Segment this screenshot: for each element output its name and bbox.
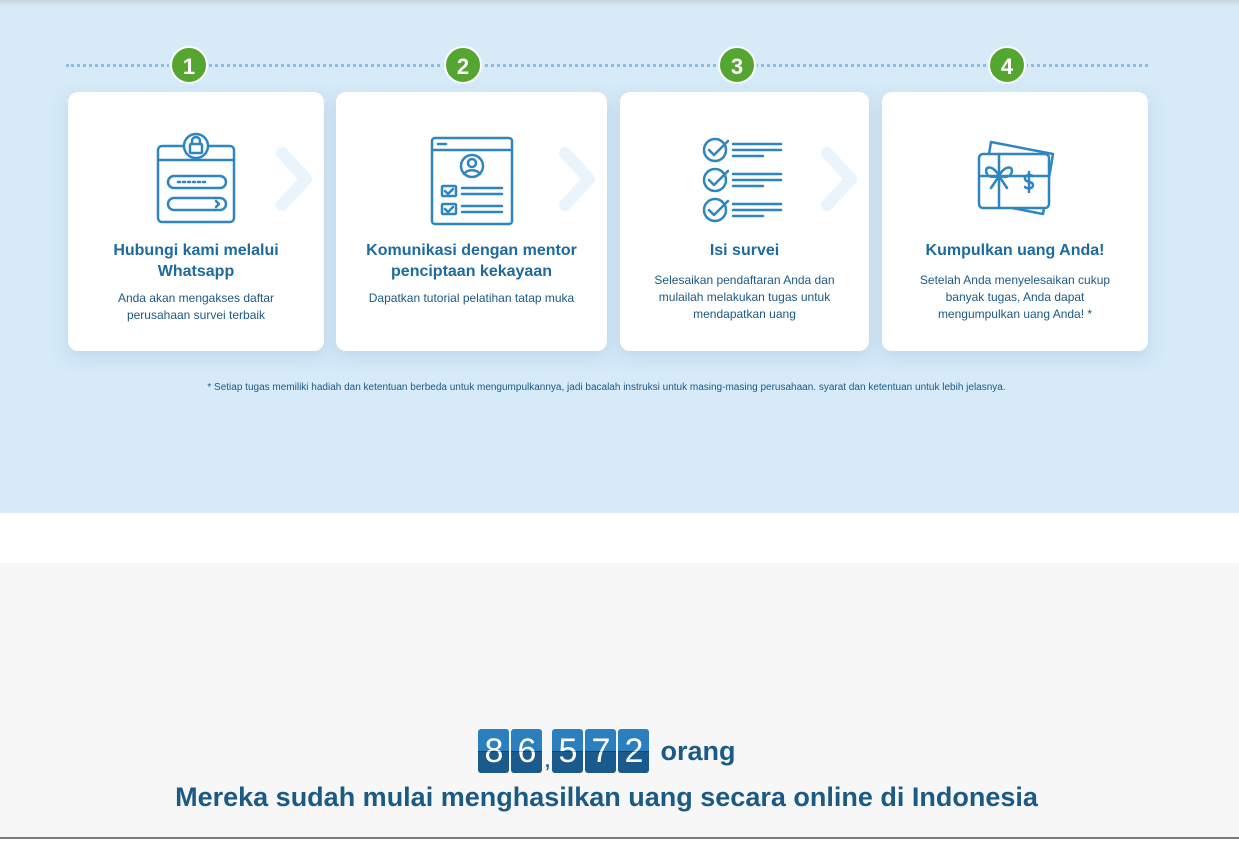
step-title-2: Komunikasi dengan mentor penciptaan keka… xyxy=(366,242,577,280)
counter-digit: 6 xyxy=(511,729,543,773)
step-desc-4: Setelah Anda menyelesaikan cukup banyak … xyxy=(919,273,1111,321)
counter-digit: 5 xyxy=(552,729,584,773)
step-number-2: 2 xyxy=(444,46,482,84)
user-counter: 8 6, 5 7 2 orang xyxy=(0,729,1213,773)
steps-section: 1 2 3 4 Hubungi kami melalui Whatsapp An… xyxy=(0,0,1239,513)
step-card-1: Hubungi kami melalui Whatsapp Anda akan … xyxy=(68,92,324,351)
login-form-icon xyxy=(156,132,236,224)
gift-money-icon xyxy=(977,140,1055,216)
spacer xyxy=(0,513,1239,563)
step-number-3: 3 xyxy=(718,46,756,84)
counter-separator: , xyxy=(543,743,552,773)
tagline: Mereka sudah mulai menghasilkan uang sec… xyxy=(175,782,1038,812)
step-title-3: Isi survei xyxy=(709,242,780,259)
step-card-4: Kumpulkan uang Anda! Setelah Anda menyel… xyxy=(882,92,1148,351)
chevron-right-icon xyxy=(276,147,312,211)
chevron-right-icon xyxy=(821,147,857,211)
counter-digit: 2 xyxy=(618,729,650,773)
profile-form-icon xyxy=(430,136,513,226)
step-desc-1: Anda akan mengakses daftar perusahaan su… xyxy=(117,291,275,322)
step-number-1: 1 xyxy=(170,46,208,84)
step-card-3: Isi survei Selesaikan pendaftaran Anda d… xyxy=(620,92,869,351)
step-card-2: Komunikasi dengan mentor penciptaan keka… xyxy=(336,92,607,351)
checklist-icon xyxy=(702,137,782,223)
chevron-right-icon xyxy=(559,147,595,211)
step-title-4: Kumpulkan uang Anda! xyxy=(925,242,1105,259)
step-desc-2: Dapatkan tutorial pelatihan tatap muka xyxy=(368,291,575,305)
top-shadow xyxy=(0,0,1239,6)
step-desc-3: Selesaikan pendaftaran Anda dan mulailah… xyxy=(654,273,835,321)
counter-digit: 7 xyxy=(585,729,617,773)
counter-unit: orang xyxy=(660,736,736,766)
footnote: * Setiap tugas memiliki hadiah dan keten… xyxy=(207,382,1006,393)
counter-section: 8 6, 5 7 2 orang Mereka sudah mulai menghasil… xyxy=(0,563,1239,839)
step-number-4: 4 xyxy=(988,46,1026,84)
counter-digit: 8 xyxy=(478,729,510,773)
steps-dotted-line xyxy=(66,64,1148,67)
step-title-1: Hubungi kami melalui Whatsapp xyxy=(113,242,279,280)
